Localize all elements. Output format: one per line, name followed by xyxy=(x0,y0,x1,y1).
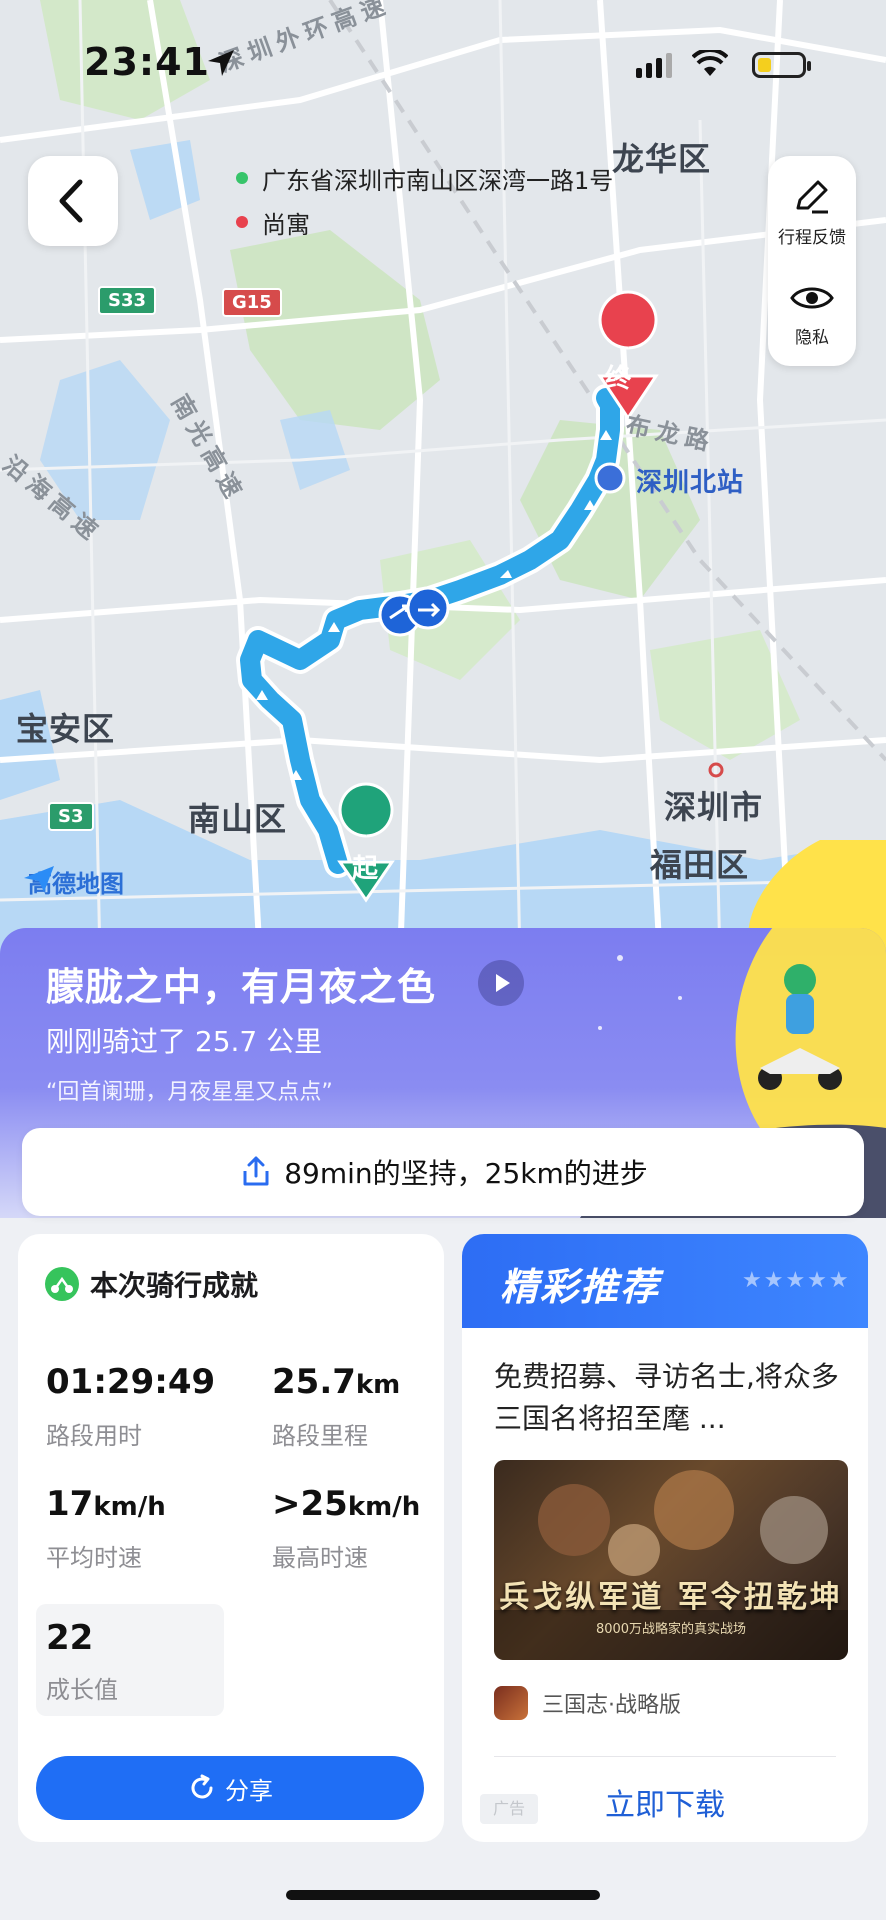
growth-label: 成长值 xyxy=(46,1676,118,1704)
cellular-signal-icon xyxy=(636,53,672,78)
refresh-share-icon xyxy=(191,1774,213,1799)
duration-label: 路段用时 xyxy=(46,1422,142,1450)
highway-shield: S3 xyxy=(48,802,94,831)
achievement-header: 本次骑行成就 xyxy=(44,1264,258,1304)
ad-slogan: 兵戈纵军道 军令扭乾坤 xyxy=(499,1580,843,1615)
ad-description: 免费招募、寻访名士,将众多三国名将招至麾 ... xyxy=(494,1360,839,1435)
ad-subtext: 8000万战略家的真实战场 xyxy=(595,1622,747,1637)
privacy-label: 隐私 xyxy=(795,328,829,348)
download-button[interactable]: 立即下载 xyxy=(462,1780,868,1824)
achievement-card: 本次骑行成就 01:29:49 路段用时 25.7km 路段里程 17km/h … xyxy=(18,1234,444,1842)
battery-icon xyxy=(752,52,811,78)
destination-name: 尚寓 xyxy=(262,210,310,239)
share-button[interactable]: 分享 xyxy=(36,1756,424,1820)
ad-app-info: 三国志·战略版 xyxy=(494,1686,681,1720)
app-icon xyxy=(494,1686,528,1720)
ride-achievement-icon xyxy=(45,1267,79,1301)
home-indicator[interactable] xyxy=(286,1890,600,1900)
amap-logo-icon xyxy=(24,866,54,892)
highway-shield: S33 xyxy=(98,286,157,315)
recommendation-title: 精彩推荐 xyxy=(500,1265,661,1309)
distance-value: 25.7km xyxy=(272,1362,401,1402)
max-speed-value: >25km/h xyxy=(272,1484,421,1524)
status-time: 23:41 xyxy=(84,40,210,84)
recommendation-header: 精彩推荐 ★★★★★ xyxy=(462,1234,868,1328)
edit-icon xyxy=(796,180,828,214)
map-side-panel: 行程反馈 隐私 xyxy=(768,156,856,366)
avg-speed-value: 17km/h xyxy=(46,1484,166,1524)
wifi-icon xyxy=(692,50,728,76)
max-speed-label: 最高时速 xyxy=(272,1544,368,1572)
play-icon xyxy=(496,974,510,992)
trip-feedback-label: 行程反馈 xyxy=(778,228,846,248)
end-marker[interactable]: 终 xyxy=(605,358,631,395)
duration-value: 01:29:49 xyxy=(46,1362,216,1402)
district-label: 龙华区 xyxy=(612,140,712,178)
growth-tile: 22 成长值 xyxy=(36,1604,224,1716)
destination-dot xyxy=(236,216,248,228)
decorative-stars-icon: ★★★★★ xyxy=(742,1268,851,1293)
divider xyxy=(494,1756,836,1757)
share-icon xyxy=(243,1156,269,1186)
ad-image[interactable]: 兵戈纵军道 军令扭乾坤 8000万战略家的真实战场 xyxy=(494,1460,848,1660)
origin-address: 广东省深圳市南山区深湾一路1号 xyxy=(262,166,614,195)
distance-label: 路段里程 xyxy=(272,1422,368,1450)
banner-title: 朦胧之中，有月夜之色 xyxy=(46,965,437,1009)
location-arrow-icon xyxy=(208,50,234,76)
privacy-button[interactable]: 隐私 xyxy=(768,278,856,348)
map-logo: 高德地图 xyxy=(22,864,124,899)
back-button[interactable] xyxy=(28,156,118,246)
banner-quote: “回首阑珊，月夜星星又点点” xyxy=(46,1080,333,1105)
avg-speed-label: 平均时速 xyxy=(46,1544,142,1572)
recommendation-card[interactable]: 精彩推荐 ★★★★★ 免费招募、寻访名士,将众多三国名将招至麾 ... 兵戈纵军… xyxy=(462,1234,868,1842)
share-progress-text: 89min的坚持，25km的进步 xyxy=(284,1157,648,1190)
district-label: 深圳市 xyxy=(664,788,764,826)
highway-shield: G15 xyxy=(222,288,282,317)
district-label: 南山区 xyxy=(188,800,288,838)
growth-value: 22 xyxy=(46,1618,94,1658)
origin-dot xyxy=(236,172,248,184)
share-button-label: 分享 xyxy=(225,1776,273,1805)
district-label: 福田区 xyxy=(650,846,750,884)
district-label: 宝安区 xyxy=(16,710,116,748)
route-endpoints: 广东省深圳市南山区深湾一路1号 尚寓 xyxy=(236,156,613,244)
banner-distance: 刚刚骑过了 25.7 公里 xyxy=(46,1025,323,1058)
eye-icon xyxy=(790,287,834,309)
start-marker[interactable]: 起 xyxy=(352,848,378,885)
route-map[interactable]: 龙华区 宝安区 南山区 深圳市 福田区 深圳北站 深圳外环高速 南光高速 布龙路… xyxy=(0,0,886,960)
share-progress-bar[interactable]: 89min的坚持，25km的进步 xyxy=(22,1128,864,1216)
achievement-title: 本次骑行成就 xyxy=(90,1269,259,1302)
app-name: 三国志·战略版 xyxy=(542,1693,681,1718)
play-audio-button[interactable] xyxy=(478,960,524,1006)
chevron-left-icon xyxy=(59,179,83,223)
trip-feedback-button[interactable]: 行程反馈 xyxy=(768,174,856,248)
poi-label: 深圳北站 xyxy=(636,468,745,498)
